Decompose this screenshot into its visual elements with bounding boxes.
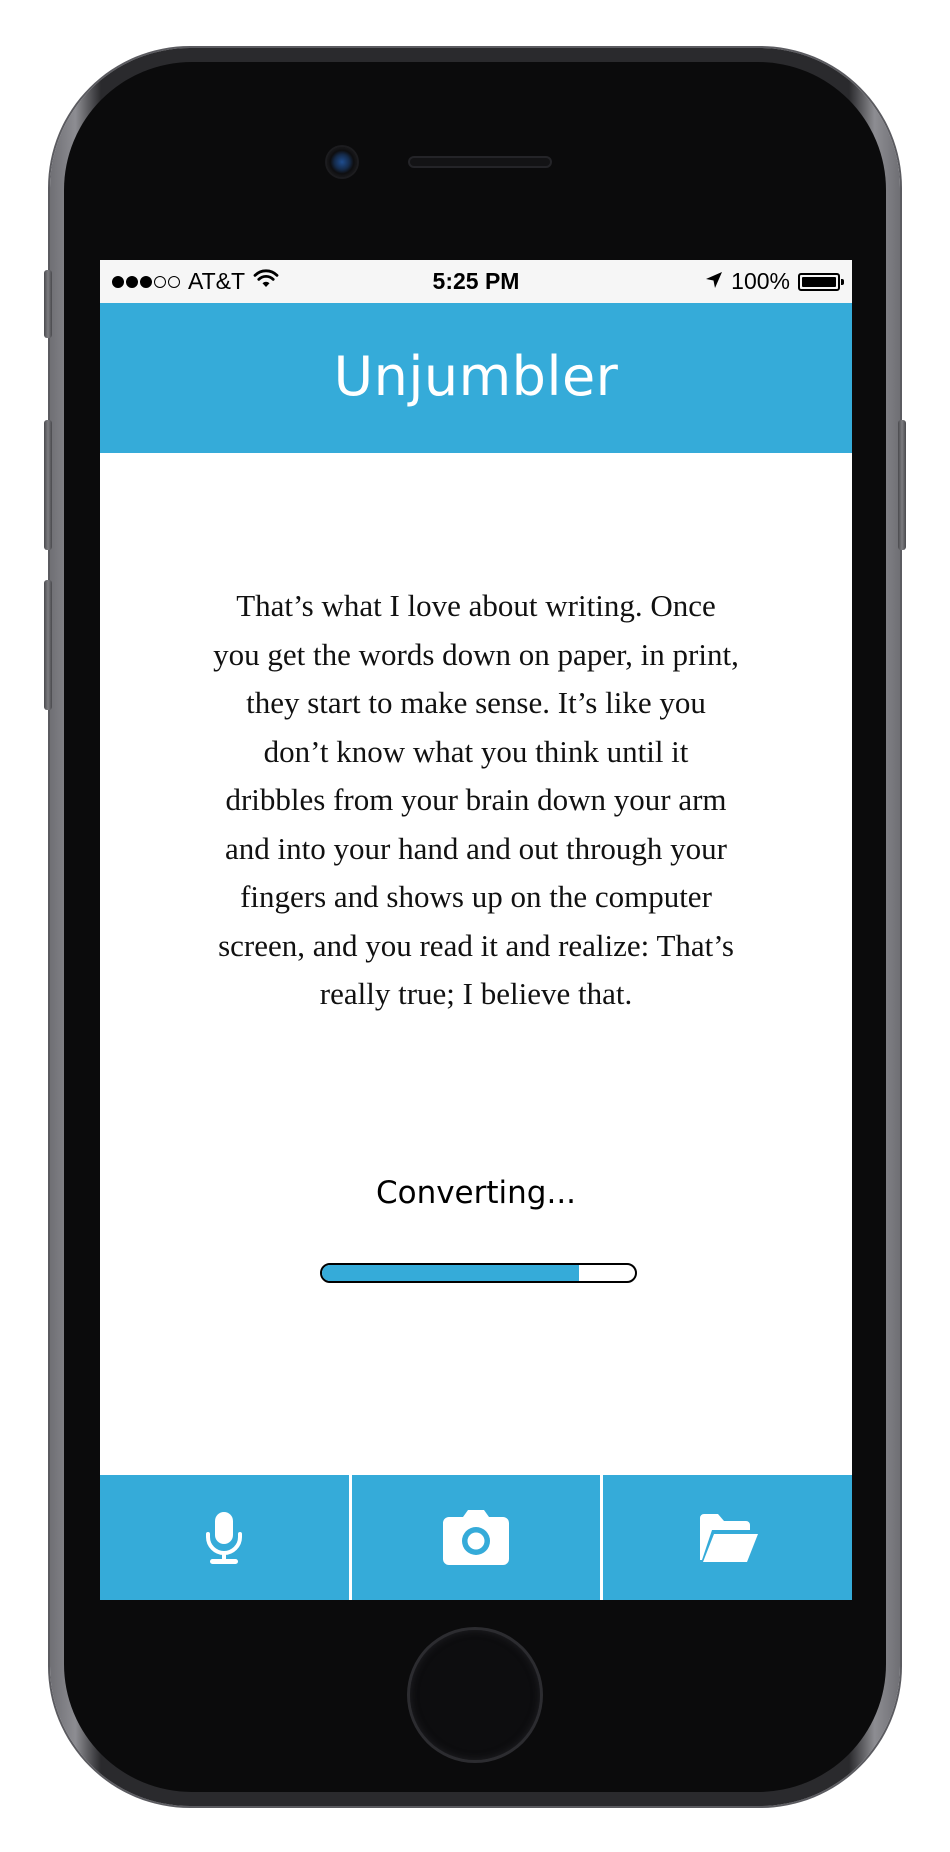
battery-icon bbox=[798, 272, 844, 291]
app-header: Unjumbler bbox=[100, 303, 852, 453]
tab-files[interactable] bbox=[603, 1475, 852, 1600]
converted-text: That’s what I love about writing. Once y… bbox=[213, 588, 739, 1011]
app-screen: AT&T 5:25 PM 100% Unjumbler That’s what … bbox=[100, 260, 852, 1600]
location-arrow-icon bbox=[705, 268, 723, 295]
folder-icon bbox=[696, 1512, 760, 1564]
mute-switch bbox=[44, 270, 52, 338]
tab-bar bbox=[100, 1475, 852, 1600]
earpiece-speaker bbox=[410, 158, 550, 166]
status-right: 100% bbox=[705, 268, 844, 295]
conversion-status: Converting... bbox=[375, 1175, 577, 1211]
home-button[interactable] bbox=[410, 1630, 540, 1760]
camera-icon bbox=[441, 1509, 511, 1567]
tab-camera[interactable] bbox=[351, 1475, 601, 1600]
volume-down-button bbox=[44, 580, 52, 710]
status-bar: AT&T 5:25 PM 100% bbox=[100, 260, 852, 303]
volume-up-button bbox=[44, 420, 52, 550]
battery-cap bbox=[841, 278, 844, 285]
app-title: Unjumbler bbox=[333, 344, 619, 408]
progress-bar bbox=[320, 1263, 637, 1283]
tab-microphone[interactable] bbox=[100, 1475, 349, 1600]
microphone-icon bbox=[204, 1510, 244, 1566]
power-button bbox=[898, 420, 906, 550]
battery-level bbox=[802, 276, 836, 287]
front-camera bbox=[327, 147, 357, 177]
progress-fill bbox=[322, 1265, 579, 1281]
battery-percent: 100% bbox=[731, 268, 790, 294]
